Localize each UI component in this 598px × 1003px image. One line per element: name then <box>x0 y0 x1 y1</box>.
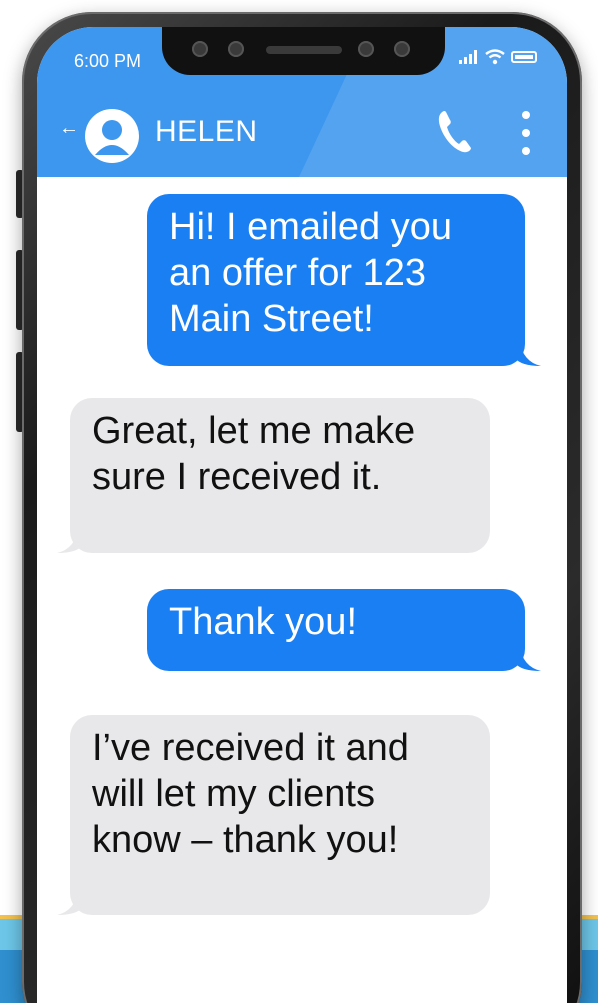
phone-screen: 6:00 PM ← HELEN Hi! I emailed you an off… <box>37 27 567 1003</box>
speaker-grille <box>266 46 342 54</box>
message-bubble-sent: Thank you! <box>147 589 525 671</box>
message-text: Thank you! <box>169 601 357 643</box>
bubble-tail <box>57 889 83 915</box>
message-text: Hi! I emailed you an offer for 123 Main … <box>169 206 453 340</box>
message-bubble-sent: Hi! I emailed you an offer for 123 Main … <box>147 194 525 366</box>
message-bubble-received: I’ve received it and will let my clients… <box>70 715 490 915</box>
sensor-icon <box>192 41 208 57</box>
status-icons <box>459 49 537 65</box>
contact-avatar[interactable] <box>85 109 139 163</box>
message-bubble-received: Great, let me make sure I received it. <box>70 398 490 553</box>
bubble-tail <box>515 645 541 671</box>
camera-icon <box>394 41 410 57</box>
wifi-icon <box>485 49 505 65</box>
phone-icon[interactable] <box>435 107 475 155</box>
bubble-tail <box>515 340 541 366</box>
back-arrow-icon[interactable]: ← <box>59 117 79 140</box>
message-text: I’ve received it and will let my clients… <box>92 727 409 861</box>
sensor-icon <box>228 41 244 57</box>
phone-notch <box>162 27 445 75</box>
message-text: Great, let me make sure I received it. <box>92 410 416 498</box>
battery-icon <box>511 51 537 63</box>
more-vertical-icon[interactable] <box>519 111 533 155</box>
status-time: 6:00 PM <box>74 51 142 71</box>
chat-header: 6:00 PM ← HELEN <box>37 27 567 177</box>
person-icon <box>95 120 129 155</box>
bubble-tail <box>57 527 83 553</box>
contact-name: HELEN <box>155 115 258 148</box>
camera-icon <box>358 41 374 57</box>
signal-icon <box>459 50 477 64</box>
